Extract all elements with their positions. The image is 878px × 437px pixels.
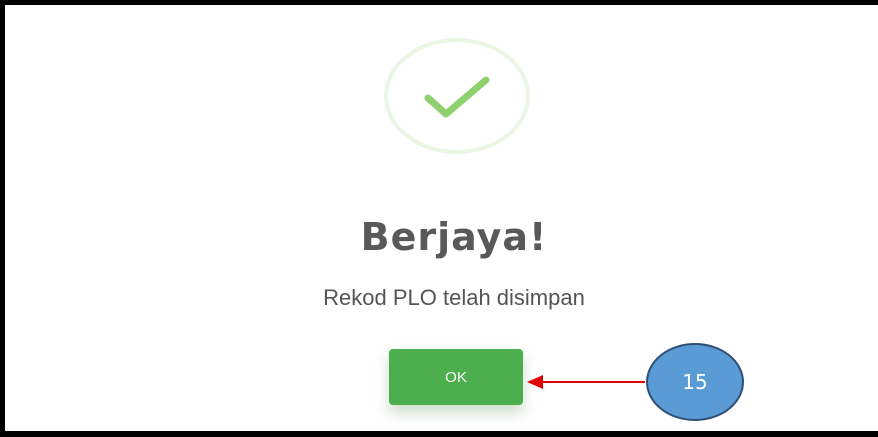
screenshot-frame: Berjaya! Rekod PLO telah disimpan OK 15	[0, 0, 878, 437]
callout-arrowhead-icon	[527, 375, 543, 389]
annotation-overlay	[527, 343, 744, 421]
callout-number: 15	[682, 370, 708, 394]
